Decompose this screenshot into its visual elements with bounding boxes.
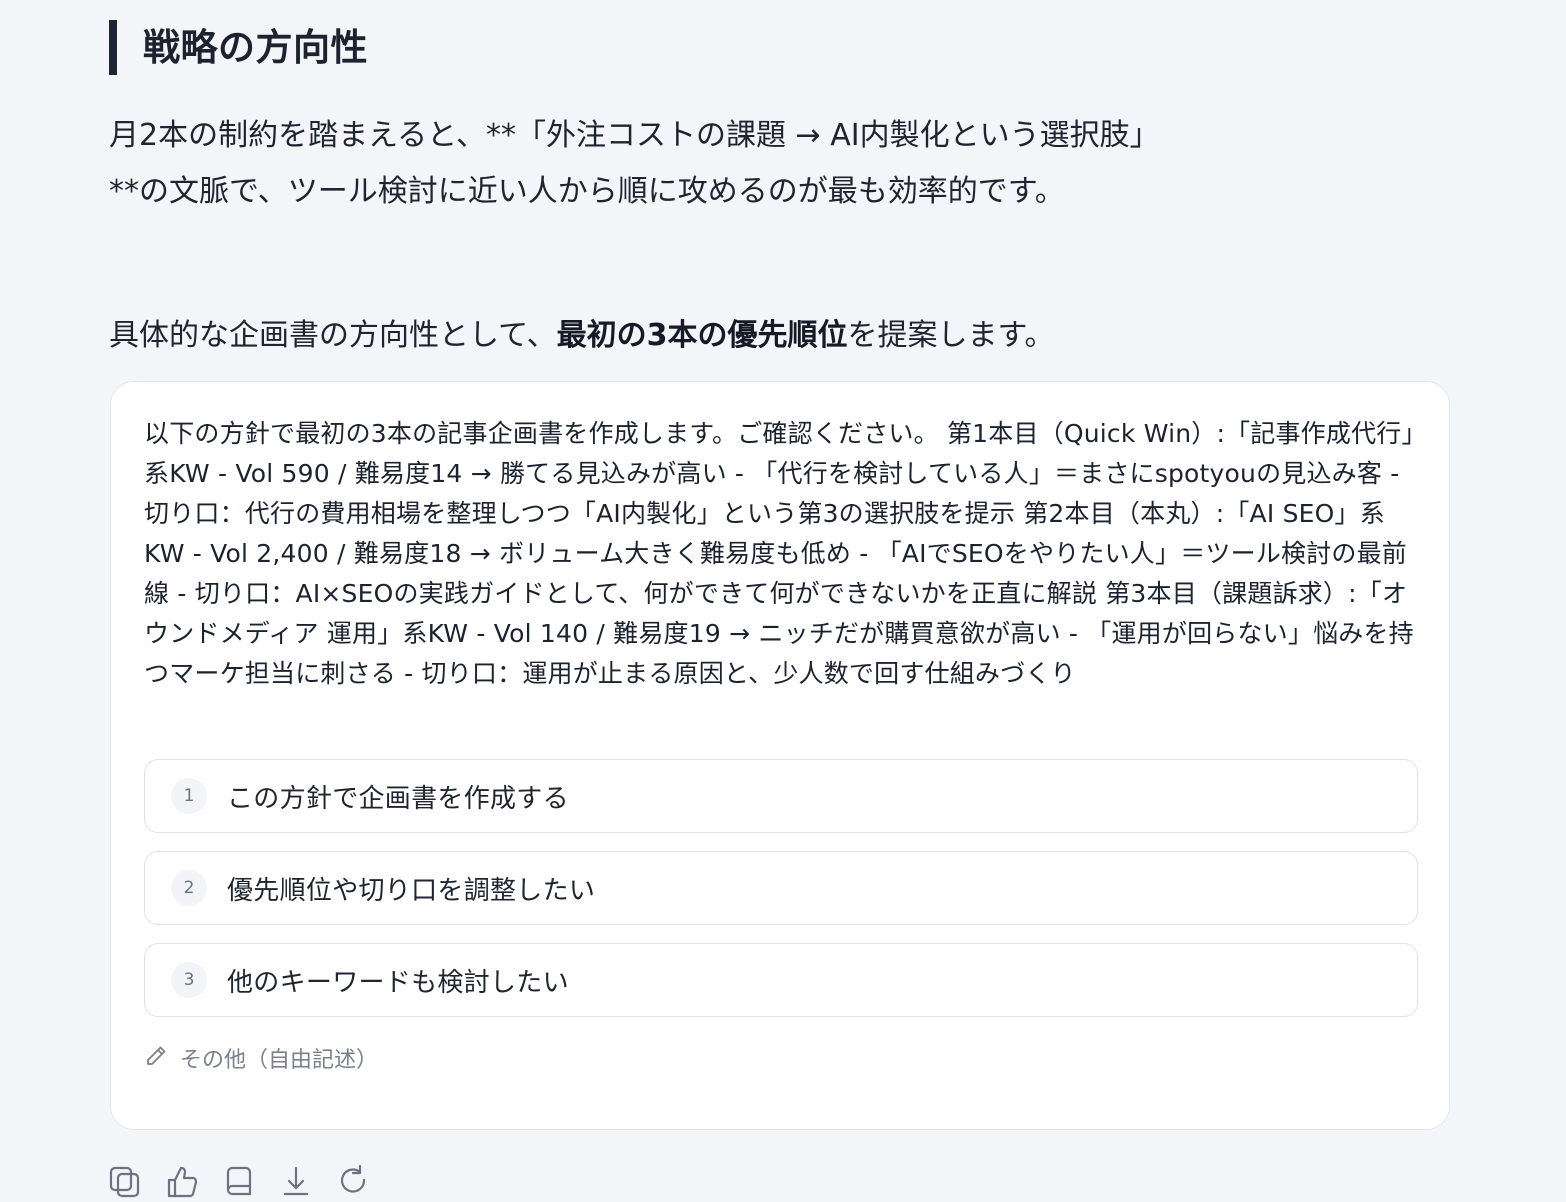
copy-icon[interactable] [108, 1164, 142, 1198]
message-actions [108, 1164, 393, 1198]
heading-accent-bar [109, 20, 117, 75]
proposal-paragraph: 具体的な企画書の方向性として、最初の3本の優先順位を提案します。 [109, 310, 1309, 362]
section-heading: 戦略の方向性 [109, 20, 368, 75]
proposal-text-post: を提案します。 [847, 318, 1055, 353]
option-label: 他のキーワードも検討したい [227, 967, 569, 998]
question-card: 以下の方針で最初の3本の記事企画書を作成します。ご確認ください。 第1本目（Qu… [110, 381, 1450, 1130]
pencil-icon [144, 1044, 180, 1072]
option-button-3[interactable]: 3 他のキーワードも検討したい [144, 943, 1418, 1017]
other-free-text-button[interactable]: その他（自由記述） [144, 1042, 378, 1074]
option-button-1[interactable]: 1 この方針で企画書を作成する [144, 759, 1418, 833]
intro-paragraph: 月2本の制約を踏まえると、**「外注コストの課題 → AI内製化という選択肢」*… [109, 118, 1160, 209]
download-icon[interactable] [279, 1164, 313, 1198]
option-number-badge: 1 [171, 778, 207, 814]
thumbs-up-icon[interactable] [165, 1164, 199, 1198]
proposal-text-bold: 最初の3本の優先順位 [556, 318, 848, 353]
question-body: 以下の方針で最初の3本の記事企画書を作成します。ご確認ください。 第1本目（Qu… [144, 419, 1415, 688]
refresh-icon[interactable] [336, 1164, 370, 1198]
option-label: この方針で企画書を作成する [227, 783, 569, 814]
option-button-2[interactable]: 2 優先順位や切り口を調整したい [144, 851, 1418, 925]
option-label: 優先順位や切り口を調整したい [227, 875, 596, 906]
option-number-badge: 3 [171, 962, 207, 998]
proposal-text-pre: 具体的な企画書の方向性として、 [109, 318, 557, 353]
bookmark-icon[interactable] [222, 1164, 256, 1198]
page-title: 戦略の方向性 [143, 26, 368, 69]
other-label: その他（自由記述） [180, 1048, 379, 1073]
option-number-badge: 2 [171, 870, 207, 906]
